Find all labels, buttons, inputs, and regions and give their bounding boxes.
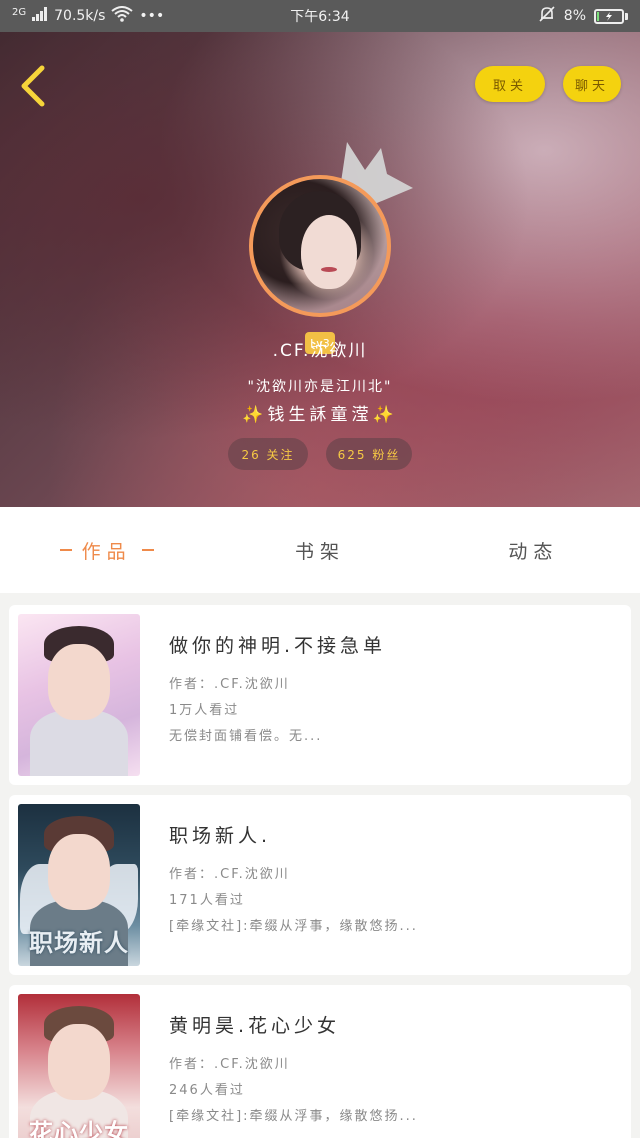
book-views: 1万人看过 bbox=[169, 703, 240, 718]
fans-count[interactable]: 625 粉丝 bbox=[326, 438, 412, 470]
list-item[interactable]: 花心少女 黄明昊.花心少女 作者：.CF.沈欲川 246人看过 [牵缘文社]:牵… bbox=[9, 985, 631, 1138]
tab-label: 书架 bbox=[294, 540, 345, 563]
list-item[interactable]: 职场新人 职场新人. 作者：.CF.沈欲川 171人看过 [牵缘文社]:牵缀从浮… bbox=[9, 795, 631, 975]
cover-title: 花心少女 bbox=[29, 1119, 129, 1138]
tab-label: 作品 bbox=[81, 540, 132, 563]
profile-quote: "沈欲川亦是江川北" bbox=[247, 379, 393, 395]
cover-title: 职场新人 bbox=[29, 929, 129, 957]
tab-bookshelf[interactable]: 书架 bbox=[213, 507, 426, 593]
book-description: 无偿封面铺看偿。无... bbox=[169, 729, 323, 744]
book-title: 做你的神明.不接急单 bbox=[169, 635, 387, 657]
chevron-left-icon bbox=[21, 65, 45, 107]
book-title: 黄明昊.花心少女 bbox=[169, 1015, 341, 1037]
battery-percent: 8% bbox=[563, 8, 586, 24]
avatar[interactable] bbox=[249, 175, 391, 317]
username: .CF.沈欲川 bbox=[272, 341, 368, 361]
unfollow-button[interactable]: 取关 bbox=[475, 66, 545, 102]
book-author: 作者：.CF.沈欲川 bbox=[169, 677, 290, 692]
list-item[interactable]: 做你的神明.不接急单 作者：.CF.沈欲川 1万人看过 无偿封面铺看偿。无... bbox=[9, 605, 631, 785]
network-type: 2G bbox=[12, 6, 27, 18]
tab-works[interactable]: 作品 bbox=[0, 507, 213, 593]
profile-motto: ✨钱生訸童滢✨ bbox=[242, 405, 398, 425]
tab-label: 动态 bbox=[508, 540, 559, 563]
book-author: 作者：.CF.沈欲川 bbox=[169, 867, 290, 882]
tab-indicator bbox=[59, 549, 72, 551]
network-speed: 70.5k/s bbox=[54, 8, 106, 24]
book-description: [牵缘文社]:牵缀从浮事，缘散悠扬... bbox=[169, 919, 418, 934]
status-bar: 2G 70.5k/s ••• 下午6:34 8% bbox=[0, 0, 640, 32]
tab-indicator bbox=[141, 549, 154, 551]
book-description: [牵缘文社]:牵缀从浮事，缘散悠扬... bbox=[169, 1109, 418, 1124]
book-author: 作者：.CF.沈欲川 bbox=[169, 1057, 290, 1072]
book-views: 171人看过 bbox=[169, 893, 245, 908]
signal-icon bbox=[32, 7, 48, 25]
chat-button[interactable]: 聊天 bbox=[563, 66, 621, 102]
battery-icon bbox=[594, 8, 628, 24]
tab-feed[interactable]: 动态 bbox=[427, 507, 640, 593]
book-cover bbox=[18, 614, 140, 776]
following-count[interactable]: 26 关注 bbox=[228, 438, 308, 470]
more-notifications-icon: ••• bbox=[139, 8, 165, 24]
book-cover: 职场新人 bbox=[18, 804, 140, 966]
profile-header: 取关 聊天 Lv3 .CF.沈欲川 "沈欲川亦是江川北" ✨钱生訸童滢✨ 26 … bbox=[0, 32, 640, 507]
profile-tabs: 作品 书架 动态 bbox=[0, 507, 640, 593]
back-button[interactable] bbox=[14, 60, 54, 112]
book-title: 职场新人. bbox=[169, 825, 272, 847]
wifi-icon bbox=[111, 6, 134, 26]
book-views: 246人看过 bbox=[169, 1083, 245, 1098]
book-cover: 花心少女 bbox=[18, 994, 140, 1138]
mute-bell-icon bbox=[538, 5, 556, 27]
